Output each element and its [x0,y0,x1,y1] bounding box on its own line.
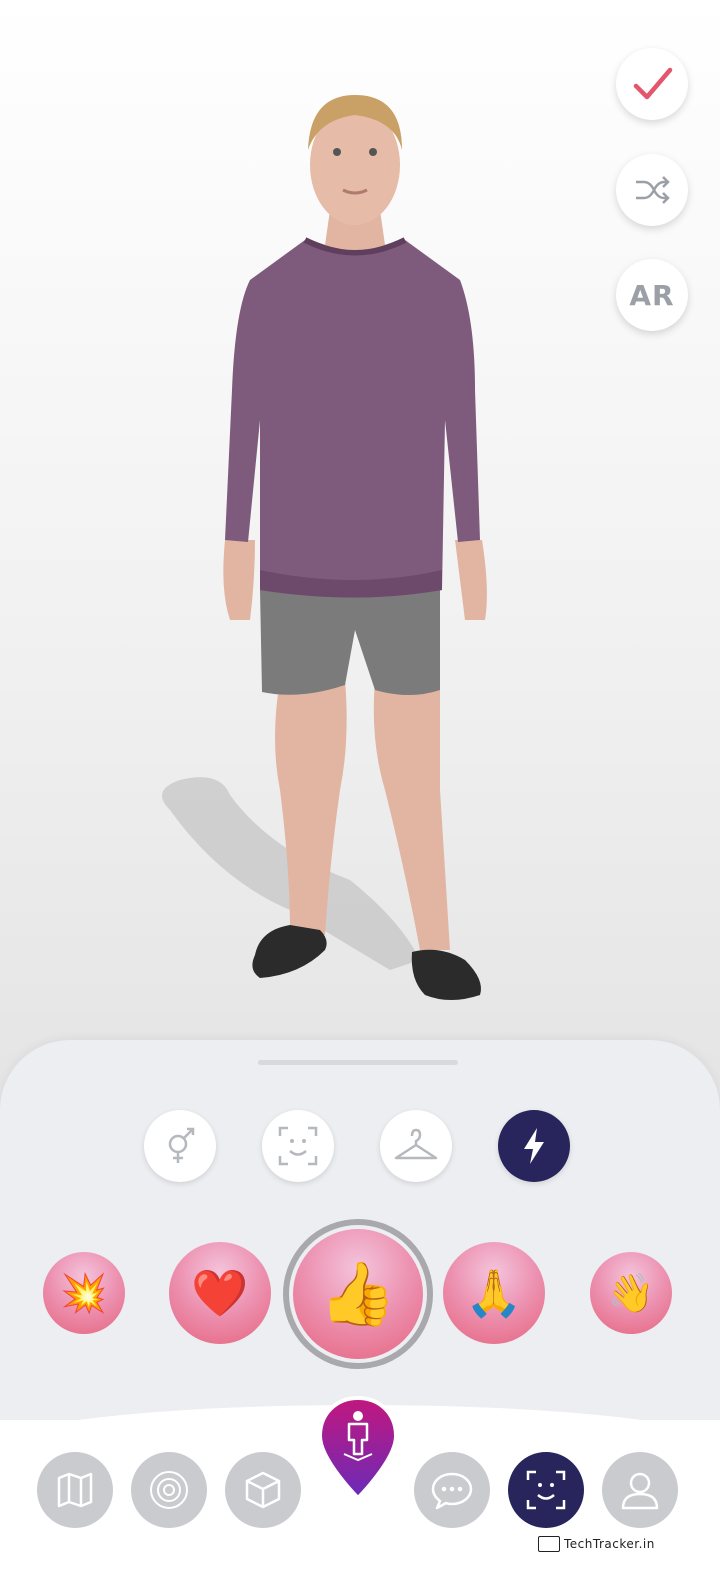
nav-cube-button[interactable] [225,1452,301,1528]
boom-emoji: 💥 [60,1271,108,1315]
watermark-logo-icon [538,1536,560,1552]
lightning-icon [524,1128,544,1164]
profile-icon [621,1472,659,1510]
hanger-icon [394,1128,438,1160]
nav-face-scan-button[interactable] [508,1452,584,1528]
radar-icon [150,1471,188,1509]
reaction-thumbs-up-button[interactable]: 👍 [293,1229,423,1359]
chat-icon [431,1472,473,1510]
reaction-pray-button[interactable]: 🙏 [443,1242,545,1344]
category-gender-button[interactable] [144,1110,216,1182]
map-icon [57,1472,93,1508]
face-scan-icon [526,1470,566,1510]
watermark-text: TechTracker.in [564,1537,655,1551]
ar-label: AR [629,278,675,312]
gender-icon [168,1127,195,1163]
category-face-button[interactable] [262,1110,334,1182]
shuffle-icon [636,176,670,204]
ar-button[interactable]: AR [616,259,688,331]
reaction-heart-button[interactable]: ❤️ [169,1242,271,1344]
heart-emoji: ❤️ [191,1266,249,1320]
nav-radar-button[interactable] [131,1452,207,1528]
avatar-3d-model[interactable] [140,90,580,1020]
pray-emoji: 🙏 [465,1266,523,1320]
confirm-button[interactable] [616,48,688,120]
wave-emoji: 👋 [607,1271,655,1315]
face-scan-icon [278,1126,318,1166]
checkmark-icon [633,67,673,100]
nav-profile-button[interactable] [602,1452,678,1528]
category-clothing-button[interactable] [380,1110,452,1182]
panel-drag-handle[interactable] [258,1060,458,1065]
category-actions-button[interactable] [498,1110,570,1182]
thumbs-up-emoji: 👍 [319,1257,397,1330]
nav-avatar-pin-button[interactable] [318,1394,398,1502]
watermark: TechTracker.in [538,1533,655,1555]
nav-map-button[interactable] [37,1452,113,1528]
cube-icon [245,1471,281,1509]
reaction-boom-button[interactable]: 💥 [43,1252,125,1334]
nav-chat-button[interactable] [414,1452,490,1528]
reaction-wave-button[interactable]: 👋 [590,1252,672,1334]
shuffle-button[interactable] [616,154,688,226]
